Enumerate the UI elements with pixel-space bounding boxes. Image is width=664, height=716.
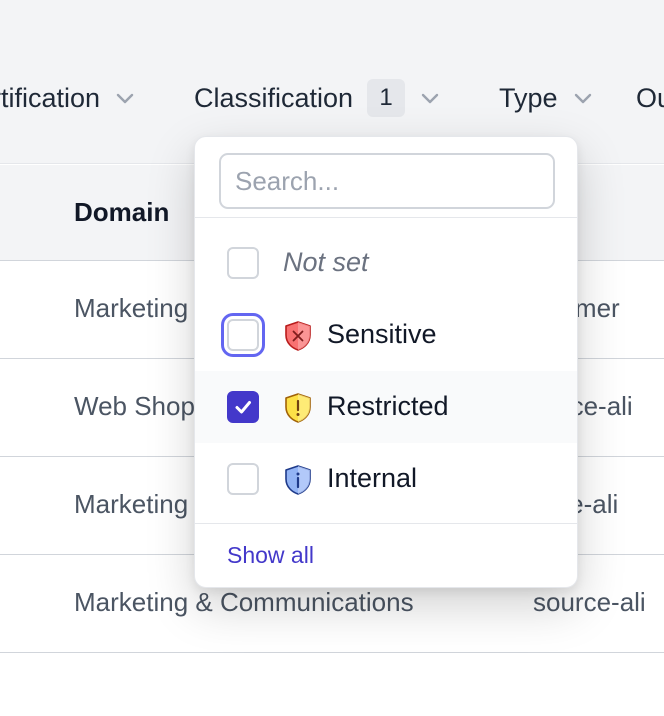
- checkbox[interactable]: [227, 319, 259, 351]
- chevron-down-icon: [572, 87, 594, 109]
- shield-x-icon: [283, 320, 313, 352]
- filter-count-badge: 1: [367, 79, 406, 117]
- cell-domain: Marketing & Communications: [74, 587, 414, 617]
- option-restricted[interactable]: Restricted: [195, 371, 577, 443]
- classification-dropdown: Not set Sensitive: [194, 136, 578, 588]
- chevron-down-icon: [419, 87, 441, 109]
- option-internal[interactable]: Internal: [195, 443, 577, 515]
- dropdown-footer: Show all: [195, 523, 577, 587]
- search-input[interactable]: [219, 153, 555, 209]
- option-label: Not set: [283, 247, 369, 277]
- cell-type: source-ali: [533, 587, 646, 617]
- cell-domain: Marketing: [74, 293, 189, 323]
- option-label: Sensitive: [327, 319, 437, 349]
- filter-certification-label: rtification: [0, 82, 101, 113]
- filter-type[interactable]: Type: [499, 78, 594, 118]
- option-label: Internal: [327, 463, 418, 493]
- checkbox[interactable]: [227, 247, 259, 279]
- filter-classification-label: Classification: [194, 82, 354, 113]
- chevron-down-icon: [114, 87, 136, 109]
- shield-info-icon: [283, 464, 313, 496]
- option-label: Restricted: [327, 391, 449, 421]
- show-all-link[interactable]: Show all: [227, 542, 314, 569]
- column-header-domain[interactable]: Domain: [74, 197, 169, 228]
- cell-domain: Web Shop: [74, 391, 195, 421]
- check-icon: [235, 401, 251, 414]
- filter-classification[interactable]: Classification 1: [194, 78, 441, 118]
- checkbox-checked[interactable]: [227, 391, 259, 423]
- dropdown-search: [195, 137, 577, 218]
- filter-certification[interactable]: rtification: [0, 78, 136, 118]
- option-sensitive[interactable]: Sensitive: [195, 299, 577, 371]
- checkbox[interactable]: [227, 463, 259, 495]
- filter-owner[interactable]: Ou: [636, 78, 664, 118]
- cell-domain: Marketing: [74, 489, 189, 519]
- filter-owner-label: Ou: [636, 82, 664, 113]
- filter-type-label: Type: [499, 82, 558, 113]
- option-not-set[interactable]: Not set: [195, 227, 577, 299]
- shield-alert-icon: [283, 392, 313, 424]
- page: rtification Classification 1 Type Ou Dom…: [0, 0, 664, 716]
